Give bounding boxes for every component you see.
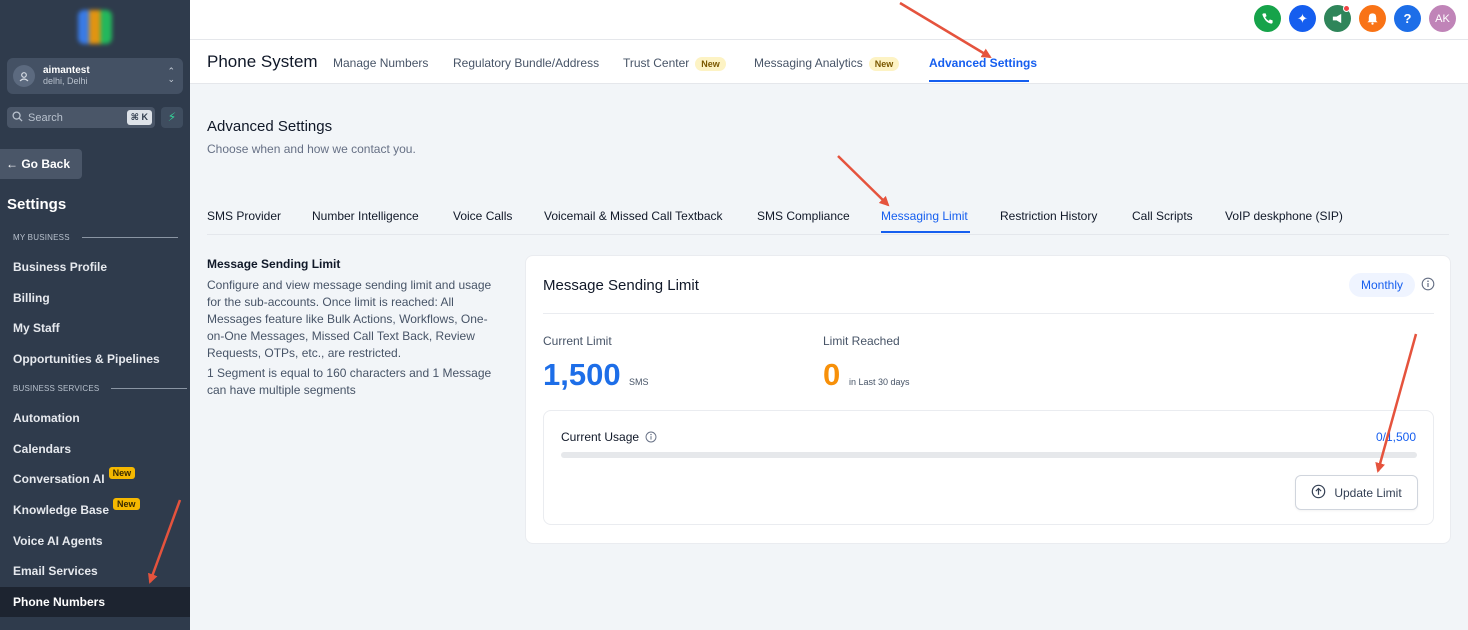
current-limit-value: 1,500 (543, 357, 621, 392)
tab-sms-compliance[interactable]: SMS Compliance (757, 209, 850, 223)
usage-progress-bar (561, 452, 1417, 458)
section-label-my-business: MY BUSINESS (13, 233, 178, 242)
account-location: delhi, Delhi (43, 76, 88, 86)
active-tab-indicator (929, 80, 1029, 82)
limit-reached-unit: in Last 30 days (849, 377, 910, 387)
current-usage-value: 0/1,500 (1375, 430, 1416, 444)
current-usage-panel: Current Usage 0/1,500 Update Limit (543, 410, 1434, 525)
tab-voice-calls[interactable]: Voice Calls (453, 209, 512, 223)
sidebar: aimantest delhi, Delhi ⌃ ⌄ Search ⌘ K ⚡ ←… (0, 0, 190, 630)
search-shortcut: ⌘ K (126, 110, 152, 125)
upload-arrow-icon (1311, 484, 1326, 502)
description-title: Message Sending Limit (207, 257, 341, 271)
current-limit-unit: SMS (629, 377, 649, 387)
new-badge: New (108, 467, 136, 479)
tab-restriction-history[interactable]: Restriction History (1000, 209, 1097, 223)
top-bar: ✦ ? AK (190, 0, 1468, 40)
account-switcher[interactable]: aimantest delhi, Delhi ⌃ ⌄ (7, 58, 183, 94)
divider (543, 313, 1434, 314)
help-icon[interactable]: ? (1394, 5, 1421, 32)
tab-voicemail-missed-call[interactable]: Voicemail & Missed Call Textback (544, 209, 723, 223)
app-logo (78, 10, 112, 44)
page-title: Advanced Settings (207, 118, 333, 135)
active-tab-indicator (881, 231, 970, 233)
location-icon (13, 65, 35, 87)
limit-reached-value: 0 (823, 357, 841, 392)
sidebar-item-voice-ai-agents[interactable]: Voice AI Agents (0, 526, 190, 556)
sidebar-item-phone-numbers[interactable]: Phone Numbers (0, 587, 190, 617)
new-badge: New (868, 57, 900, 71)
tab-trust-center[interactable]: Trust Center New (623, 56, 726, 71)
new-badge: New (695, 57, 726, 71)
sidebar-item-opportunities[interactable]: Opportunities & Pipelines (0, 344, 190, 374)
tab-messaging-analytics[interactable]: Messaging Analytics New (754, 56, 900, 71)
message-limit-card: Message Sending Limit Monthly Current Li… (525, 255, 1451, 544)
chevron-updown-icon: ⌃ ⌄ (167, 66, 175, 84)
description-body: Configure and view message sending limit… (207, 278, 492, 360)
tab-sms-provider[interactable]: SMS Provider (207, 209, 281, 223)
megaphone-icon[interactable] (1324, 5, 1351, 32)
phone-icon[interactable] (1254, 5, 1281, 32)
page-subtitle: Choose when and how we contact you. (207, 142, 416, 156)
sidebar-item-email-services[interactable]: Email Services (0, 556, 190, 586)
limit-reached-label: Limit Reached (823, 334, 900, 348)
sidebar-item-billing[interactable]: Billing (0, 283, 190, 313)
info-icon[interactable] (642, 430, 657, 444)
tab-regulatory-bundle[interactable]: Regulatory Bundle/Address (453, 56, 599, 70)
annotation-arrow (837, 155, 890, 207)
phone-system-nav: Phone System Manage Numbers Regulatory B… (190, 40, 1468, 84)
section-label-business-services: BUSINESS SERVICES (13, 384, 188, 393)
period-badge[interactable]: Monthly (1349, 273, 1415, 297)
search-input[interactable]: Search ⌘ K (7, 107, 155, 128)
current-limit-label: Current Limit (543, 334, 612, 348)
sparkle-icon[interactable]: ✦ (1289, 5, 1316, 32)
sidebar-item-automation[interactable]: Automation (0, 403, 190, 433)
card-title: Message Sending Limit (543, 277, 699, 294)
account-name: aimantest (43, 65, 90, 76)
page-section-title: Phone System (207, 52, 318, 71)
tab-advanced-settings[interactable]: Advanced Settings (929, 56, 1037, 70)
info-icon[interactable] (1421, 277, 1435, 291)
sidebar-item-calendars[interactable]: Calendars (0, 434, 190, 464)
sidebar-item-knowledge-base[interactable]: Knowledge Base New (0, 495, 190, 525)
tab-call-scripts[interactable]: Call Scripts (1132, 209, 1193, 223)
search-placeholder: Search (28, 111, 63, 124)
sidebar-item-my-staff[interactable]: My Staff (0, 313, 190, 343)
tab-number-intelligence[interactable]: Number Intelligence (312, 209, 419, 223)
new-badge: New (113, 498, 140, 510)
quick-action-bolt-icon[interactable]: ⚡ (161, 107, 183, 128)
search-icon (12, 110, 28, 125)
update-limit-button[interactable]: Update Limit (1295, 475, 1418, 510)
tab-messaging-limit[interactable]: Messaging Limit (881, 209, 968, 223)
sidebar-title: Settings (7, 196, 67, 213)
tab-voip-deskphone[interactable]: VoIP deskphone (SIP) (1225, 209, 1343, 223)
segment-note: 1 Segment is equal to 160 characters and… (207, 366, 492, 397)
user-avatar[interactable]: AK (1429, 5, 1456, 32)
current-usage-label: Current Usage (561, 430, 657, 444)
go-back-button[interactable]: ← Go Back (0, 149, 82, 179)
sidebar-item-business-profile[interactable]: Business Profile (0, 252, 190, 282)
tab-manage-numbers[interactable]: Manage Numbers (333, 56, 428, 70)
settings-tabs: SMS Provider Number Intelligence Voice C… (207, 200, 1449, 235)
sidebar-item-conversation-ai[interactable]: Conversation AI New (0, 464, 190, 494)
bell-icon[interactable] (1359, 5, 1386, 32)
